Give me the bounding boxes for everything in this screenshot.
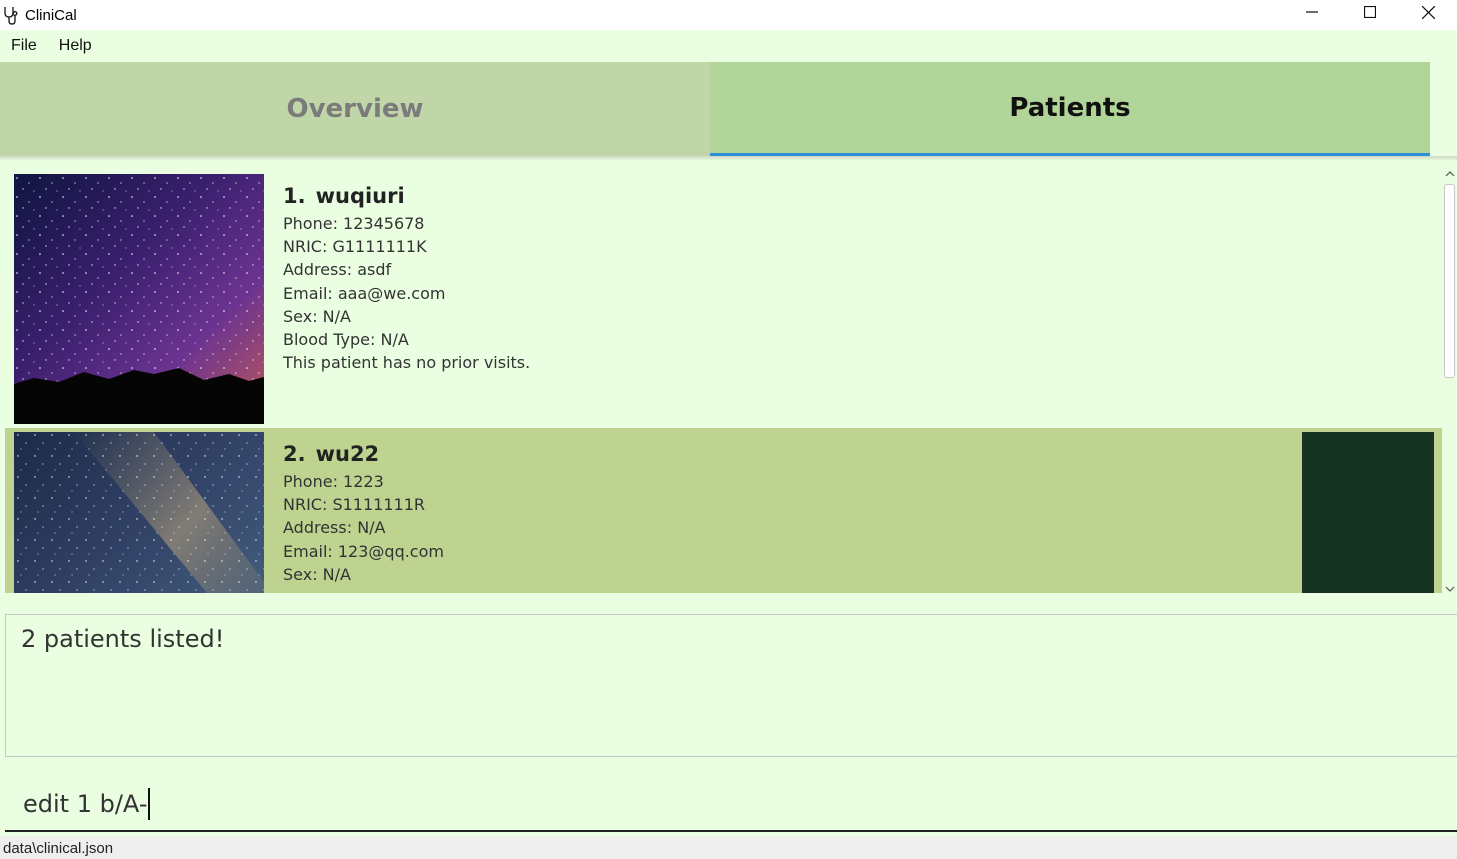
menu-help[interactable]: Help xyxy=(48,37,103,55)
close-icon[interactable] xyxy=(1399,0,1457,24)
patient-blood-type: Blood Type: N/A xyxy=(283,330,409,350)
patient-card-1[interactable]: 1. wuqiuri Phone: 12345678 NRIC: G1111111… xyxy=(5,170,1442,428)
patient-name-text: wuqiuri xyxy=(315,184,405,208)
command-box[interactable]: edit 1 b/A- xyxy=(5,770,1457,832)
patient-info: 1. wuqiuri Phone: 12345678 NRIC: G1111111… xyxy=(283,184,530,374)
patient-sex: Sex: N/A xyxy=(283,306,351,326)
tab-bar: Overview Patients xyxy=(0,62,1430,156)
command-value: edit 1 b/A- xyxy=(23,790,148,818)
patient-card-2[interactable]: 2. wu22 Phone: 1223 NRIC: S1111111R Addre… xyxy=(5,428,1442,593)
scroll-down-icon[interactable] xyxy=(1442,583,1457,595)
patient-visits: This patient has no prior visits. xyxy=(283,353,531,373)
minimize-icon[interactable] xyxy=(1283,0,1341,24)
tab-overview[interactable]: Overview xyxy=(0,62,710,156)
patient-name-text: wu22 xyxy=(315,442,380,466)
patient-photo xyxy=(14,174,264,424)
patient-name: 2. wu22 xyxy=(283,442,444,466)
menu-file[interactable]: File xyxy=(0,37,48,55)
patient-index: 1. xyxy=(283,184,306,208)
scroll-thumb[interactable] xyxy=(1444,184,1455,378)
scroll-up-icon[interactable] xyxy=(1442,168,1457,180)
stethoscope-icon xyxy=(1,4,21,26)
patient-info: 2. wu22 Phone: 1223 NRIC: S1111111R Addre… xyxy=(283,442,444,586)
patient-nric: NRIC: G1111111K xyxy=(283,237,427,257)
tab-patients[interactable]: Patients xyxy=(710,62,1430,156)
result-display: 2 patients listed! xyxy=(5,614,1457,757)
patient-nric: NRIC: S1111111R xyxy=(283,495,425,515)
status-bar: data\clinical.json xyxy=(0,836,1457,859)
title-bar: CliniCal xyxy=(0,0,1457,30)
list-scrollbar[interactable] xyxy=(1442,168,1457,595)
patient-list[interactable]: 1. wuqiuri Phone: 12345678 NRIC: G1111111… xyxy=(5,170,1442,593)
window-controls xyxy=(1283,0,1457,30)
window-title: CliniCal xyxy=(25,6,77,24)
menu-bar: File Help xyxy=(0,30,1457,62)
result-message: 2 patients listed! xyxy=(21,625,225,653)
save-location: data\clinical.json xyxy=(3,840,114,857)
patient-address: Address: asdf xyxy=(283,260,392,280)
command-input[interactable]: edit 1 b/A- xyxy=(23,788,151,820)
patient-email: Email: aaa@we.com xyxy=(283,283,446,303)
patient-photo xyxy=(14,432,264,593)
patient-phone: Phone: 12345678 xyxy=(283,214,425,233)
patient-phone: Phone: 1223 xyxy=(283,472,384,491)
patient-name: 1. wuqiuri xyxy=(283,184,530,208)
patient-address: Address: N/A xyxy=(283,518,386,538)
patient-sex: Sex: N/A xyxy=(283,564,351,584)
tab-divider xyxy=(0,156,1457,161)
patient-email: Email: 123@qq.com xyxy=(283,541,444,561)
patient-side-panel xyxy=(1302,432,1434,593)
maximize-icon[interactable] xyxy=(1341,0,1399,24)
patient-index: 2. xyxy=(283,442,306,466)
text-caret xyxy=(148,788,151,820)
